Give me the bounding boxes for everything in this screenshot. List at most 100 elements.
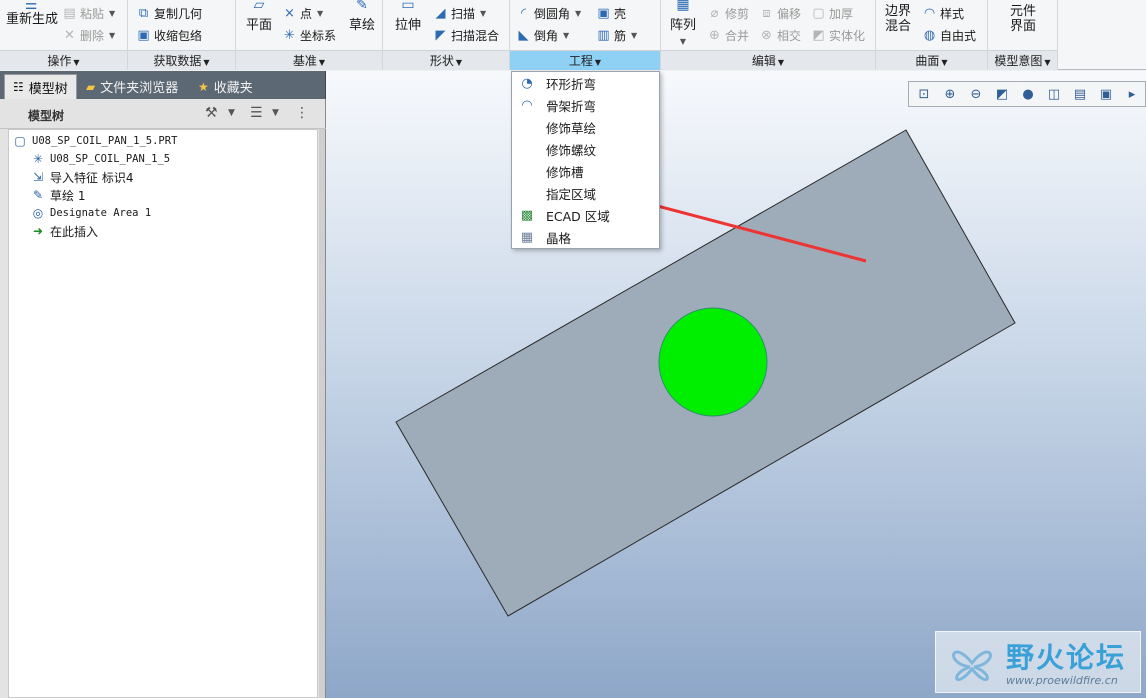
delete-icon: ✕ xyxy=(64,27,75,43)
tab-model-tree[interactable]: ☷ 模型树 xyxy=(4,74,77,99)
refit-icon[interactable]: ⊡ xyxy=(913,84,935,104)
sweep-dropdown-icon[interactable]: ▼ xyxy=(480,9,486,18)
merge-button[interactable]: ⊕ 合并 xyxy=(707,25,749,45)
tree-item-insert-here[interactable]: ➜ 在此插入 xyxy=(31,222,98,240)
thicken-icon: ▢ xyxy=(812,5,825,21)
round-dropdown-icon[interactable]: ▼ xyxy=(575,9,581,18)
csys-button[interactable]: ✳ 坐标系 xyxy=(282,25,336,45)
point-dropdown-icon[interactable]: ▼ xyxy=(317,9,323,18)
view-toolbar: ⊡ ⊕ ⊖ ◩ ● ◫ ▤ ▣ ▸ xyxy=(908,81,1146,107)
tab-folder-browser[interactable]: ▰ 文件夹浏览器 xyxy=(78,74,186,99)
style-button[interactable]: ◠ 样式 xyxy=(922,3,964,23)
model-tree-icon: ☷ xyxy=(13,80,24,94)
extrude-button[interactable]: ▭ 拉伸 xyxy=(391,0,425,33)
display-style-icon[interactable]: ● xyxy=(1017,84,1039,104)
lattice-icon: ▦ xyxy=(520,229,534,245)
repaint-icon[interactable]: ◩ xyxy=(991,84,1013,104)
menu-item-cosmetic-sketch[interactable]: 修饰草绘 xyxy=(512,116,659,138)
graphics-window[interactable]: ⊡ ⊕ ⊖ ◩ ● ◫ ▤ ▣ ▸ xyxy=(326,71,1146,698)
thicken-button[interactable]: ▢ 加厚 xyxy=(811,3,853,23)
model-tree-title: 模型树 xyxy=(28,109,65,123)
annotation-display-icon[interactable]: ▸ xyxy=(1121,84,1143,104)
offset-button[interactable]: ⧈ 偏移 xyxy=(759,3,801,23)
pattern-dropdown-icon[interactable]: ▼ xyxy=(680,37,686,46)
menu-item-lattice[interactable]: ▦ 晶格 xyxy=(512,226,659,248)
group-label-model-intent[interactable]: 模型意图 ▼ xyxy=(988,50,1057,70)
navigator-tabs: ☷ 模型树 ▰ 文件夹浏览器 ★ 收藏夹 xyxy=(0,71,326,99)
intersect-icon: ⊗ xyxy=(761,27,772,43)
paste-dropdown-icon[interactable]: ▼ xyxy=(109,9,115,18)
tree-search-icon[interactable]: ⋮ xyxy=(295,105,309,121)
group-label-surfaces[interactable]: 曲面 ▼ xyxy=(876,50,987,70)
boundary-blend-button[interactable]: 边界 混合 xyxy=(880,4,916,34)
group-editing: ▦ 阵列 ▼ ⌀ 修剪 ⧈ 偏移 ▢ 加厚 ⊕ 合并 ⊗ 相交 ◩ 实体化 编辑… xyxy=(661,0,876,70)
tree-filters-icon[interactable]: ☰ xyxy=(250,105,263,121)
sketch-button[interactable]: ✎ 草绘 xyxy=(346,0,378,33)
zoom-in-icon[interactable]: ⊕ xyxy=(939,84,961,104)
menu-item-spinal-bend[interactable]: ◠ 骨架折弯 xyxy=(512,94,659,116)
group-label-get-data[interactable]: 获取数据 ▼ xyxy=(128,50,235,70)
tree-filters-dropdown-icon[interactable]: ▼ xyxy=(272,108,279,118)
regenerate-button[interactable]: ☰ 重新生成 xyxy=(6,0,58,27)
rib-dropdown-icon[interactable]: ▼ xyxy=(631,31,637,40)
group-label-datum[interactable]: 基准 ▼ xyxy=(236,50,382,70)
swept-blend-icon: ◤ xyxy=(435,27,446,43)
model-tree-panel: 模型树 ⚒ ▼ ☰ ▼ ⋮ ▢ U08_SP_COIL_PAN_1_5.PRT … xyxy=(0,99,326,698)
tree-settings-icon[interactable]: ⚒ xyxy=(205,105,218,121)
group-shapes: ▭ 拉伸 ◢ 扫描 ▼ ◤ 扫描混合 形状 ▼ xyxy=(383,0,510,70)
plane-button[interactable]: ▱ 平面 xyxy=(242,0,276,33)
group-surfaces: 边界 混合 ◠ 样式 ◍ 自由式 曲面 ▼ xyxy=(876,0,988,70)
delete-button[interactable]: ✕ 删除 ▼ xyxy=(62,25,115,45)
perspective-view-icon[interactable]: ▣ xyxy=(1095,84,1117,104)
solidify-button[interactable]: ◩ 实体化 xyxy=(811,25,865,45)
paste-button[interactable]: ▤ 粘贴 ▼ xyxy=(62,3,115,23)
tree-item-import-feature[interactable]: ⇲ 导入特征 标识4 xyxy=(31,168,133,186)
sweep-button[interactable]: ◢ 扫描 ▼ xyxy=(433,3,487,23)
rib-button[interactable]: ▥ 筋 ▼ xyxy=(596,25,637,45)
view-manager-icon[interactable]: ▤ xyxy=(1069,84,1091,104)
watermark-text: 野火论坛 xyxy=(1006,641,1127,674)
menu-item-toroidal-bend[interactable]: ◔ 环形折弯 xyxy=(512,72,659,94)
delete-dropdown-icon[interactable]: ▼ xyxy=(109,31,115,40)
toroidal-bend-icon: ◔ xyxy=(521,75,533,91)
tree-item-sketch[interactable]: ✎ 草绘 1 xyxy=(31,186,85,204)
group-label-editing[interactable]: 编辑 ▼ xyxy=(661,50,875,70)
round-button[interactable]: ◜ 倒圆角 ▼ xyxy=(516,3,581,23)
shrinkwrap-button[interactable]: ▣ 收缩包络 xyxy=(136,25,202,45)
chamfer-icon: ◣ xyxy=(518,27,529,43)
menu-item-designate-area[interactable]: 指定区域 xyxy=(512,182,659,204)
menu-item-cosmetic-thread[interactable]: 修饰螺纹 xyxy=(512,138,659,160)
shell-button[interactable]: ▣ 壳 xyxy=(596,3,626,23)
freestyle-button[interactable]: ◍ 自由式 xyxy=(922,25,976,45)
saved-views-icon[interactable]: ◫ xyxy=(1043,84,1065,104)
tree-scrollbar[interactable] xyxy=(319,129,325,698)
pattern-icon: ▦ xyxy=(676,0,690,12)
swept-blend-button[interactable]: ◤ 扫描混合 xyxy=(433,25,500,45)
trim-button[interactable]: ⌀ 修剪 xyxy=(707,3,749,23)
pattern-button[interactable]: ▦ 阵列 ▼ xyxy=(667,0,699,49)
offset-icon: ⧈ xyxy=(762,5,771,21)
model-graphics xyxy=(395,129,1016,617)
tree-item-designate-area[interactable]: ◎ Designate Area 1 xyxy=(31,204,151,222)
tree-item-csys[interactable]: ✳ U08_SP_COIL_PAN_1_5 xyxy=(31,150,170,168)
tree-settings-dropdown-icon[interactable]: ▼ xyxy=(228,108,235,118)
extrude-icon: ▭ xyxy=(401,0,415,12)
engineering-dropdown-menu: ◔ 环形折弯 ◠ 骨架折弯 修饰草绘 修饰螺纹 修饰槽 指定区域 ▩ ECAD … xyxy=(511,71,660,249)
component-interface-button[interactable]: 元件 界面 xyxy=(994,4,1052,34)
group-label-shapes[interactable]: 形状 ▼ xyxy=(383,50,509,70)
copy-geometry-button[interactable]: ⧉ 复制几何 xyxy=(136,3,202,23)
tab-favorites[interactable]: ★ 收藏夹 xyxy=(190,74,261,99)
menu-item-cosmetic-groove[interactable]: 修饰槽 xyxy=(512,160,659,182)
menu-item-ecad-area[interactable]: ▩ ECAD 区域 xyxy=(512,204,659,226)
zoom-out-icon[interactable]: ⊖ xyxy=(965,84,987,104)
chamfer-button[interactable]: ◣ 倒角 ▼ xyxy=(516,25,570,45)
chamfer-dropdown-icon[interactable]: ▼ xyxy=(563,31,569,40)
group-engineering: ◜ 倒圆角 ▼ ▣ 壳 ◣ 倒角 ▼ ▥ 筋 ▼ 工程 ▼ xyxy=(510,0,661,70)
part-icon: ▢ xyxy=(14,134,26,148)
group-label-operations[interactable]: 操作 ▼ xyxy=(0,50,127,70)
group-label-engineering[interactable]: 工程 ▼ xyxy=(510,50,660,70)
tree-item-part[interactable]: ▢ U08_SP_COIL_PAN_1_5.PRT xyxy=(13,132,177,150)
point-button[interactable]: × 点 ▼ xyxy=(282,3,323,23)
intersect-button[interactable]: ⊗ 相交 xyxy=(759,25,801,45)
designated-area-circle[interactable] xyxy=(658,307,768,417)
